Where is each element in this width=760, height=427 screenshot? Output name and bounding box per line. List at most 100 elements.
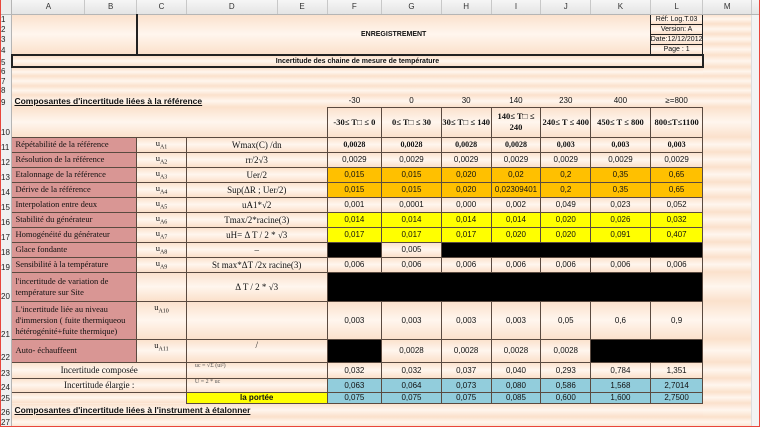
value-cell[interactable]: 0,407 bbox=[649, 226, 704, 243]
value-cell[interactable]: 0,2 bbox=[540, 181, 592, 198]
component-symbol[interactable]: uA11 bbox=[136, 338, 187, 363]
value-cell[interactable]: 0,006 bbox=[590, 256, 651, 273]
total-value-cell[interactable]: 0,075 bbox=[326, 391, 383, 404]
component-label[interactable]: Répétabilité de la référence bbox=[11, 136, 138, 153]
cell[interactable] bbox=[11, 76, 85, 86]
section-title-instrument[interactable]: Composantes d'incertitude liées à l'inst… bbox=[11, 403, 328, 417]
cell[interactable] bbox=[84, 86, 137, 95]
value-cell[interactable]: 0,0029 bbox=[540, 151, 592, 168]
row-header-25[interactable]: 25 bbox=[0, 392, 13, 403]
value-cell[interactable]: 0,35 bbox=[590, 181, 651, 198]
row-header-21[interactable]: 21 bbox=[0, 301, 13, 339]
value-cell[interactable]: 0,2 bbox=[540, 166, 592, 183]
cell[interactable] bbox=[381, 417, 442, 427]
cell[interactable] bbox=[136, 67, 187, 76]
cell[interactable] bbox=[84, 76, 137, 86]
row-header-4[interactable]: 4 bbox=[0, 44, 13, 55]
total-value-cell[interactable]: 0,040 bbox=[490, 361, 542, 379]
component-formula[interactable]: uA1*√2 bbox=[185, 196, 328, 213]
value-cell[interactable]: 0,020 bbox=[440, 181, 492, 198]
row-header-22[interactable]: 22 bbox=[0, 339, 13, 362]
total-value-cell[interactable]: 0,032 bbox=[381, 361, 442, 379]
cell[interactable] bbox=[702, 272, 752, 301]
total-value-cell[interactable]: 2,7500 bbox=[649, 391, 704, 404]
column-header-b[interactable]: B bbox=[84, 0, 138, 15]
cell[interactable] bbox=[702, 339, 752, 362]
value-cell[interactable]: 0,003 bbox=[540, 136, 592, 153]
total-value-cell[interactable]: 0,600 bbox=[540, 391, 592, 404]
document-title[interactable]: ENREGISTREMENT bbox=[136, 14, 651, 56]
cell[interactable] bbox=[441, 403, 491, 417]
value-cell[interactable]: 0,005 bbox=[381, 241, 442, 258]
component-formula[interactable] bbox=[185, 300, 328, 340]
value-cell[interactable]: 0,0028 bbox=[440, 338, 492, 363]
component-formula[interactable]: Tmax/2*racine(3) bbox=[185, 211, 328, 228]
cell[interactable] bbox=[702, 197, 752, 212]
temperature-point-0[interactable]: -30 bbox=[327, 95, 382, 107]
row-header-2[interactable]: 2 bbox=[0, 24, 13, 34]
not-applicable-cell[interactable] bbox=[326, 271, 704, 302]
cell[interactable] bbox=[381, 76, 442, 86]
cell[interactable] bbox=[327, 86, 382, 95]
total-value-cell[interactable]: 0,063 bbox=[326, 377, 383, 393]
cell[interactable] bbox=[702, 152, 752, 167]
value-cell[interactable]: 0,017 bbox=[440, 226, 492, 243]
cell[interactable] bbox=[590, 403, 651, 417]
column-header-e[interactable]: E bbox=[277, 0, 328, 15]
value-cell[interactable]: 0,0028 bbox=[381, 136, 442, 153]
cell[interactable] bbox=[277, 86, 328, 95]
document-subtitle[interactable]: Incertitude des chaine de mesure de temp… bbox=[10, 54, 704, 68]
cell[interactable] bbox=[327, 403, 382, 417]
value-cell[interactable]: 0,015 bbox=[326, 181, 383, 198]
cell[interactable] bbox=[702, 86, 752, 95]
cell[interactable] bbox=[11, 107, 328, 137]
cell[interactable] bbox=[702, 257, 752, 272]
cell[interactable] bbox=[491, 86, 541, 95]
cell[interactable] bbox=[186, 67, 278, 76]
cell[interactable] bbox=[186, 86, 278, 95]
cell[interactable] bbox=[186, 417, 278, 427]
value-cell[interactable]: 0,003 bbox=[590, 136, 651, 153]
cell[interactable] bbox=[136, 417, 187, 427]
value-cell[interactable]: 0,032 bbox=[649, 211, 704, 228]
cell[interactable] bbox=[441, 86, 491, 95]
row-header-20[interactable]: 20 bbox=[0, 272, 13, 301]
cell[interactable] bbox=[702, 55, 752, 67]
row-header-5[interactable]: 5 bbox=[0, 55, 13, 67]
cell[interactable] bbox=[441, 417, 491, 427]
value-cell[interactable]: 0,023 bbox=[590, 196, 651, 213]
select-all-corner[interactable] bbox=[0, 0, 13, 15]
column-header-l[interactable]: L bbox=[650, 0, 704, 15]
cell[interactable] bbox=[702, 362, 752, 378]
cell[interactable] bbox=[491, 76, 541, 86]
cell[interactable] bbox=[84, 67, 137, 76]
value-cell[interactable]: 0,014 bbox=[381, 211, 442, 228]
component-formula[interactable]: – bbox=[185, 241, 328, 258]
temperature-point-2[interactable]: 30 bbox=[441, 95, 491, 107]
cell[interactable] bbox=[702, 76, 752, 86]
value-cell[interactable]: 0,02309401 bbox=[490, 181, 542, 198]
total-value-cell[interactable]: 0,037 bbox=[440, 361, 492, 379]
row-header-9[interactable]: 9 bbox=[0, 95, 13, 107]
cell[interactable] bbox=[11, 392, 187, 403]
total-value-cell[interactable]: 0,586 bbox=[540, 377, 592, 393]
row-header-12[interactable]: 12 bbox=[0, 152, 13, 167]
cell[interactable] bbox=[702, 95, 752, 107]
component-label[interactable]: Stabilité du générateur bbox=[11, 211, 138, 228]
cell[interactable] bbox=[136, 76, 187, 86]
component-label[interactable]: Glace fondante bbox=[11, 241, 138, 258]
value-cell[interactable]: 0,014 bbox=[490, 211, 542, 228]
value-cell[interactable]: 0,0029 bbox=[490, 151, 542, 168]
cell[interactable] bbox=[381, 86, 442, 95]
cell[interactable] bbox=[136, 86, 187, 95]
cell[interactable] bbox=[590, 67, 651, 76]
cell[interactable] bbox=[650, 76, 703, 86]
cell[interactable] bbox=[327, 417, 382, 427]
cell[interactable] bbox=[702, 14, 752, 24]
value-cell[interactable]: 0,0028 bbox=[540, 338, 592, 363]
row-header-11[interactable]: 11 bbox=[0, 137, 13, 152]
section-title-reference[interactable]: Composantes d'incertitude liées à la réf… bbox=[11, 95, 328, 107]
value-cell[interactable]: 0,9 bbox=[649, 300, 704, 340]
cell[interactable] bbox=[186, 76, 278, 86]
total-value-cell[interactable]: 0,085 bbox=[490, 391, 542, 404]
